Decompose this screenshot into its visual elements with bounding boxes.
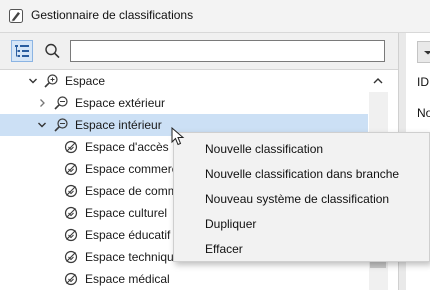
search-icon — [45, 43, 60, 59]
window-title: Gestionnaire de classifications — [31, 8, 194, 22]
chevron-down-icon[interactable] — [37, 119, 47, 131]
menu-item-nouvelle-classification-dans-branche[interactable]: Nouvelle classification dans branche — [205, 167, 399, 181]
classification-system-icon — [44, 74, 58, 88]
tree-row-label: Espace culturel — [85, 206, 168, 220]
menu-item-effacer[interactable]: Effacer — [205, 242, 243, 256]
tree-view-toggle-button[interactable] — [11, 40, 33, 62]
classification-leaf-icon — [64, 206, 78, 220]
details-dropdown[interactable] — [417, 41, 430, 63]
classification-branch-icon — [54, 118, 68, 132]
chevron-down-icon[interactable] — [28, 75, 38, 87]
tree-list-icon — [15, 45, 29, 57]
tree-row-label: Espace — [65, 74, 106, 88]
menu-item-nouveau-systeme[interactable]: Nouveau système de classification — [205, 192, 389, 206]
chevron-right-icon[interactable] — [37, 97, 47, 109]
classification-leaf-icon — [64, 228, 78, 242]
app-logo-icon — [9, 9, 23, 23]
tree-row-label: Espace d'accès — [85, 140, 169, 154]
tree-row-espace[interactable]: Espace — [0, 70, 368, 92]
classification-leaf-icon — [64, 250, 78, 264]
menu-item-dupliquer[interactable]: Dupliquer — [205, 217, 256, 231]
tree-row-label: Espace extérieur — [75, 96, 166, 110]
tree-row-espace-exterieur[interactable]: Espace extérieur — [0, 92, 368, 114]
tree-row-espace-medical[interactable]: Espace médical — [0, 268, 368, 290]
classification-branch-icon — [54, 96, 68, 110]
chevron-down-icon — [424, 51, 430, 55]
search-input[interactable] — [70, 40, 385, 62]
id-label: ID — [417, 75, 429, 89]
toolbar — [0, 33, 398, 70]
mouse-pointer-icon — [171, 127, 185, 146]
scroll-up-icon[interactable] — [372, 76, 384, 86]
tree-row-label: Espace médical — [85, 272, 170, 286]
tree-row-label: Espace technique — [85, 250, 181, 264]
classification-leaf-icon — [64, 140, 78, 154]
search-button[interactable] — [41, 40, 63, 62]
context-menu: Nouvelle classification Nouvelle classif… — [173, 132, 430, 262]
classification-leaf-icon — [64, 272, 78, 286]
title-bar: Gestionnaire de classifications — [0, 0, 430, 33]
classification-leaf-icon — [64, 184, 78, 198]
tree-row-label: Espace éducatif — [85, 228, 171, 242]
tree-row-label: Espace intérieur — [75, 118, 162, 132]
name-label: No — [417, 106, 430, 120]
menu-item-nouvelle-classification[interactable]: Nouvelle classification — [205, 142, 323, 156]
classification-leaf-icon — [64, 162, 78, 176]
